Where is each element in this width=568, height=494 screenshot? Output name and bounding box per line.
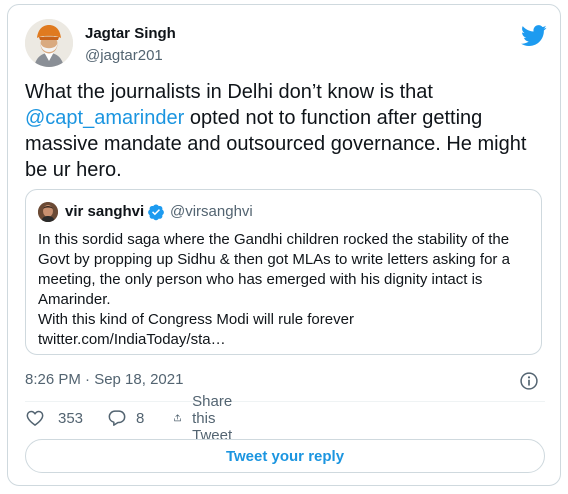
- share-icon: [174, 414, 181, 422]
- twitter-bird-icon[interactable]: [521, 25, 547, 47]
- divider: [25, 401, 545, 402]
- quoted-text-line: With this kind of Congress Modi will rul…: [38, 311, 354, 328]
- quoted-text-line: In this sordid saga where the Gandhi chi…: [38, 231, 510, 248]
- reply-count: 8: [136, 409, 145, 427]
- like-count: 353: [58, 409, 84, 427]
- like-button[interactable]: 353: [25, 408, 83, 428]
- info-icon[interactable]: [519, 371, 539, 391]
- tweet-text: What the journalists in Delhi don’t know…: [25, 79, 545, 183]
- tweet-text-segment: opted not to function after getting: [184, 107, 483, 129]
- tweet-timestamp[interactable]: 8:26 PM · Sep 18, 2021: [25, 371, 183, 388]
- heart-icon: [26, 410, 44, 426]
- quoted-author-handle: @virsanghvi: [170, 203, 253, 220]
- tweet-embed-card: Jagtar Singh @jagtar201 What the journal…: [7, 4, 561, 486]
- author-handle[interactable]: @jagtar201: [85, 47, 163, 64]
- author-name[interactable]: Jagtar Singh: [85, 25, 176, 42]
- tweet-text-line: @capt_amarinder opted not to function af…: [25, 105, 545, 131]
- tweet-text-line: massive mandate and outsourced governanc…: [25, 133, 527, 155]
- quoted-author-avatar: [38, 202, 58, 222]
- author-avatar[interactable]: [25, 19, 73, 67]
- quoted-text-line: meeting, the only person who has emerged…: [38, 271, 483, 288]
- tweet-your-reply-button[interactable]: Tweet your reply: [25, 439, 545, 473]
- tweet-text-line: What the journalists in Delhi don’t know…: [25, 81, 433, 103]
- share-label: Share this Tweet: [192, 392, 233, 444]
- quoted-text-line: Amarinder.: [38, 291, 111, 308]
- share-button[interactable]: Share this Tweet: [173, 393, 243, 444]
- quoted-tweet-text: In this sordid saga where the Gandhi chi…: [38, 230, 538, 350]
- reply-bubble-icon: [108, 410, 126, 426]
- tweet-text-line: be ur hero.: [25, 159, 122, 181]
- quoted-author-name: vir sanghvi: [65, 203, 145, 220]
- quoted-link[interactable]: twitter.com/IndiaToday/sta…: [38, 330, 538, 350]
- quoted-text-line: Govt by propping up Sidhu & then got MLA…: [38, 251, 510, 268]
- reply-button[interactable]: 8: [107, 408, 144, 428]
- mention-link[interactable]: @capt_amarinder: [25, 107, 184, 129]
- quoted-tweet[interactable]: vir sanghvi @virsanghvi In this sordid s…: [25, 189, 542, 355]
- verified-badge-icon: [147, 203, 165, 221]
